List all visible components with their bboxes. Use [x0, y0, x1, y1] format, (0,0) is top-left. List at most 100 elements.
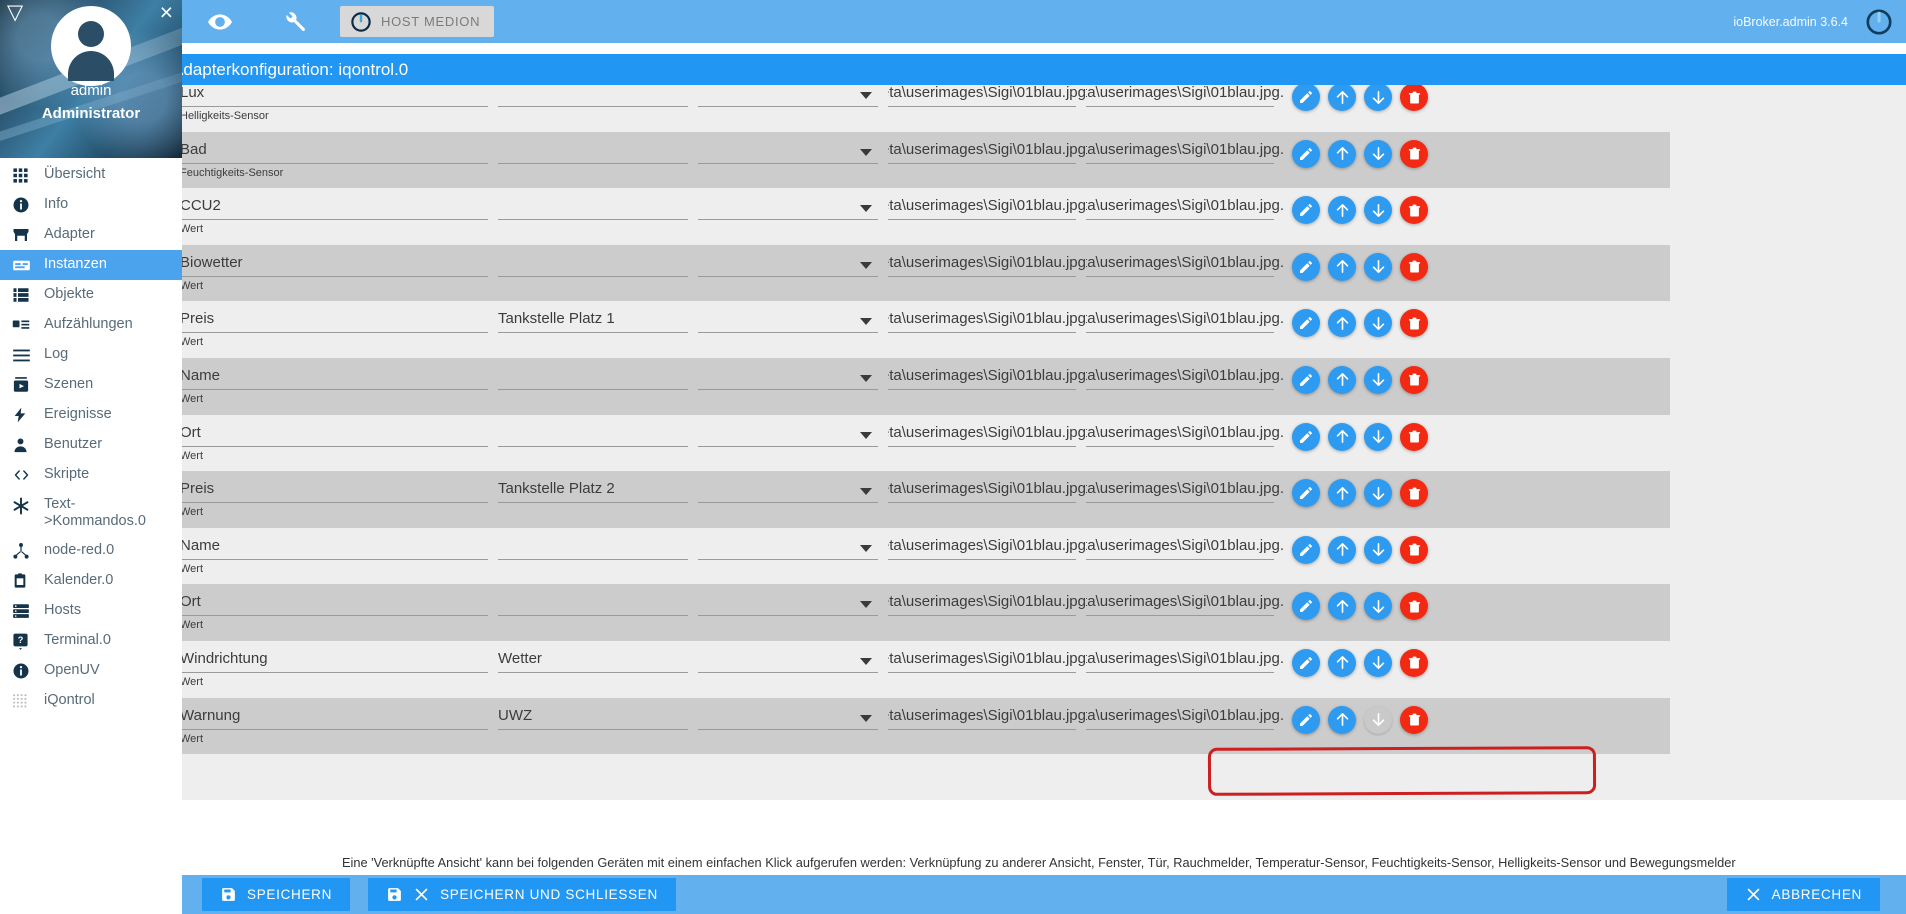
device-name-field[interactable]: Preis Wert: [180, 305, 498, 354]
image-path-field-2[interactable]: .meta\userimages\Sigi\01blau.jpg: [1086, 85, 1284, 128]
device-type-select[interactable]: [698, 305, 888, 354]
sidebar-item-kalender-0[interactable]: Kalender.0: [0, 566, 182, 596]
save-and-close-button[interactable]: SPEICHERN UND SCHLIESSEN: [368, 878, 676, 911]
device-table-scroll[interactable]: Lux Helligkeits-Sensor neta\userimages\Sig…: [158, 85, 1906, 800]
arrow-down-icon[interactable]: [1364, 648, 1392, 677]
arrow-up-icon[interactable]: [1328, 479, 1356, 508]
image-path-field-2[interactable]: .meta\userimages\Sigi\01blau.jpg: [1086, 362, 1284, 411]
arrow-up-icon[interactable]: [1328, 139, 1356, 168]
device-group-field[interactable]: [498, 136, 698, 185]
trash-icon[interactable]: [1400, 648, 1428, 677]
wrench-icon[interactable]: [274, 2, 314, 42]
sidebar-item-instanzen[interactable]: Instanzen: [0, 250, 182, 280]
sidebar-item-iqontrol[interactable]: iQontrol: [0, 686, 182, 716]
sidebar-item-log[interactable]: Log: [0, 340, 182, 370]
trash-icon[interactable]: [1400, 365, 1428, 394]
sidebar-item-aufz-hlungen[interactable]: Aufzählungen: [0, 310, 182, 340]
device-group-field[interactable]: Wetter: [498, 645, 698, 694]
close-icon[interactable]: ×: [160, 1, 173, 24]
edit-pencil-icon[interactable]: [1292, 85, 1320, 111]
arrow-up-icon[interactable]: [1328, 85, 1356, 111]
sidebar-item-node-red-0[interactable]: node-red.0: [0, 536, 182, 566]
device-group-field[interactable]: [498, 419, 698, 468]
image-path-field-1[interactable]: neta\userimages\Sigi\01blau.jpg: [888, 362, 1086, 411]
image-path-field-1[interactable]: neta\userimages\Sigi\01blau.jpg: [888, 305, 1086, 354]
device-name-field[interactable]: Biowetter Wert: [180, 249, 498, 298]
arrow-down-icon[interactable]: [1364, 139, 1392, 168]
device-type-select[interactable]: [698, 645, 888, 694]
arrow-up-icon[interactable]: [1328, 592, 1356, 621]
trash-icon[interactable]: [1400, 479, 1428, 508]
sidebar-item-terminal-0[interactable]: ? Terminal.0: [0, 626, 182, 656]
device-group-field[interactable]: [498, 249, 698, 298]
edit-pencil-icon[interactable]: [1292, 196, 1320, 225]
device-type-select[interactable]: [698, 362, 888, 411]
edit-pencil-icon[interactable]: [1292, 535, 1320, 564]
image-path-field-2[interactable]: .meta\userimages\Sigi\01blau.jpg: [1086, 645, 1284, 694]
device-name-field[interactable]: Bad Feuchtigkeits-Sensor: [180, 136, 498, 185]
image-path-field-2[interactable]: .meta\userimages\Sigi\01blau.jpg: [1086, 192, 1284, 241]
device-group-field[interactable]: [498, 532, 698, 581]
image-path-field-1[interactable]: neta\userimages\Sigi\01blau.jpg: [888, 192, 1086, 241]
edit-pencil-icon[interactable]: [1292, 479, 1320, 508]
image-path-field-2[interactable]: .meta\userimages\Sigi\01blau.jpg: [1086, 702, 1284, 751]
sidebar-item-text-kommandos-0[interactable]: Text- >Kommandos.0: [0, 490, 182, 536]
sidebar-item-openuv[interactable]: OpenUV: [0, 656, 182, 686]
arrow-up-icon[interactable]: [1328, 705, 1356, 734]
arrow-down-icon[interactable]: [1364, 85, 1392, 111]
arrow-down-icon[interactable]: [1364, 535, 1392, 564]
sidebar-item-adapter[interactable]: Adapter: [0, 220, 182, 250]
arrow-down-icon[interactable]: [1364, 479, 1392, 508]
device-name-field[interactable]: Name Wert: [180, 362, 498, 411]
device-name-field[interactable]: Warnung Wert: [180, 702, 498, 751]
device-type-select[interactable]: [698, 249, 888, 298]
trash-icon[interactable]: [1400, 85, 1428, 111]
device-name-field[interactable]: Name Wert: [180, 532, 498, 581]
host-selector-button[interactable]: HOST MEDION: [340, 6, 495, 37]
cancel-button[interactable]: ABBRECHEN: [1726, 878, 1880, 911]
device-type-select[interactable]: [698, 192, 888, 241]
arrow-up-icon[interactable]: [1328, 309, 1356, 338]
edit-pencil-icon[interactable]: [1292, 365, 1320, 394]
sidebar-item-szenen[interactable]: Szenen: [0, 370, 182, 400]
edit-pencil-icon[interactable]: [1292, 422, 1320, 451]
device-type-select[interactable]: [698, 475, 888, 524]
arrow-up-icon[interactable]: [1328, 422, 1356, 451]
image-path-field-1[interactable]: neta\userimages\Sigi\01blau.jpg: [888, 702, 1086, 751]
edit-pencil-icon[interactable]: [1292, 648, 1320, 677]
image-path-field-2[interactable]: .meta\userimages\Sigi\01blau.jpg: [1086, 136, 1284, 185]
trash-icon[interactable]: [1400, 252, 1428, 281]
image-path-field-2[interactable]: .meta\userimages\Sigi\01blau.jpg: [1086, 532, 1284, 581]
arrow-down-icon[interactable]: [1364, 309, 1392, 338]
edit-pencil-icon[interactable]: [1292, 309, 1320, 338]
device-group-field[interactable]: Tankstelle Platz 2: [498, 475, 698, 524]
arrow-up-icon[interactable]: [1328, 365, 1356, 394]
edit-pencil-icon[interactable]: [1292, 705, 1320, 734]
save-button[interactable]: SPEICHERN: [202, 878, 351, 911]
image-path-field-1[interactable]: neta\userimages\Sigi\01blau.jpg: [888, 588, 1086, 637]
image-path-field-1[interactable]: neta\userimages\Sigi\01blau.jpg: [888, 136, 1086, 185]
device-type-select[interactable]: [698, 136, 888, 185]
device-name-field[interactable]: Preis Wert: [180, 475, 498, 524]
trash-icon[interactable]: [1400, 592, 1428, 621]
sidebar-item-benutzer[interactable]: Benutzer: [0, 430, 182, 460]
sidebar-item-info[interactable]: Info: [0, 190, 182, 220]
sidebar-item-hosts[interactable]: Hosts: [0, 596, 182, 626]
sidebar-item-bersicht[interactable]: Übersicht: [0, 160, 182, 190]
edit-pencil-icon[interactable]: [1292, 139, 1320, 168]
trash-icon[interactable]: [1400, 705, 1428, 734]
arrow-down-icon[interactable]: [1364, 196, 1392, 225]
device-group-field[interactable]: [498, 362, 698, 411]
device-group-field[interactable]: [498, 588, 698, 637]
device-name-field[interactable]: CCU2 Wert: [180, 192, 498, 241]
device-group-field[interactable]: [498, 85, 698, 128]
sidebar-item-ereignisse[interactable]: Ereignisse: [0, 400, 182, 430]
trash-icon[interactable]: [1400, 196, 1428, 225]
iobroker-logo-icon[interactable]: [1864, 7, 1894, 37]
eye-icon[interactable]: [200, 2, 240, 42]
device-type-select[interactable]: [698, 85, 888, 128]
device-name-field[interactable]: Ort Wert: [180, 419, 498, 468]
trash-icon[interactable]: [1400, 139, 1428, 168]
arrow-up-icon[interactable]: [1328, 648, 1356, 677]
device-name-field[interactable]: Ort Wert: [180, 588, 498, 637]
